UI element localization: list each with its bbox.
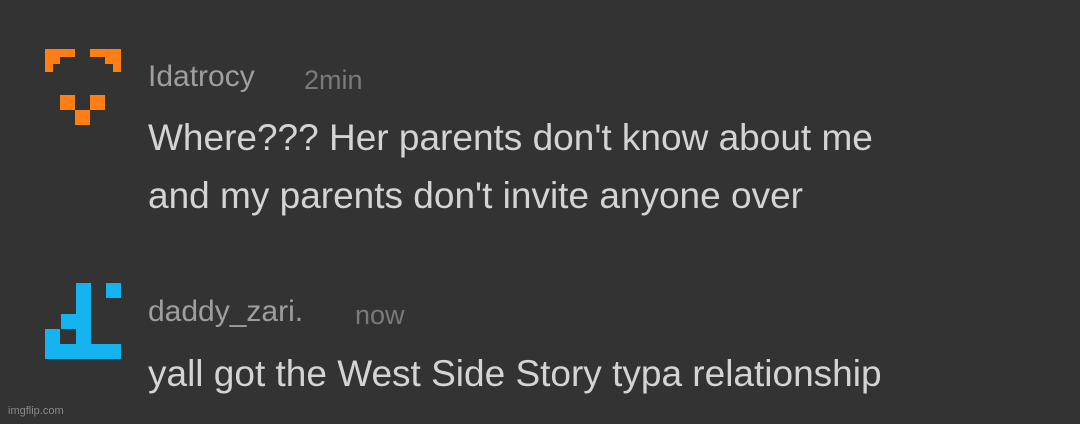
comment-timestamp: now [355, 300, 405, 330]
comment-timestamp: 2min [304, 65, 363, 95]
watermark: imgflip.com [8, 405, 64, 417]
avatar-pixel [60, 95, 75, 110]
avatar-pixel [75, 110, 90, 125]
avatar-pixel [113, 57, 121, 72]
avatar-pixel [61, 314, 76, 329]
comment-text-line: yall got the West Side Story typa relati… [148, 353, 882, 394]
avatar-pixel [90, 95, 105, 110]
avatar-pixel [45, 57, 53, 72]
avatar-pixel [45, 344, 121, 359]
avatar[interactable] [45, 283, 121, 359]
comment-username[interactable]: Idatrocy [148, 59, 255, 95]
comment-text-line: Where??? Her parents don't know about me [148, 117, 873, 158]
avatar[interactable] [45, 49, 121, 125]
avatar-pixel [90, 49, 105, 57]
avatar-pixel [106, 283, 121, 298]
avatar-pixel [76, 283, 91, 344]
comment-text-line: and my parents don't invite anyone over [148, 175, 803, 216]
comment-username[interactable]: daddy_zari. [148, 294, 303, 330]
avatar-pixel [60, 49, 75, 57]
